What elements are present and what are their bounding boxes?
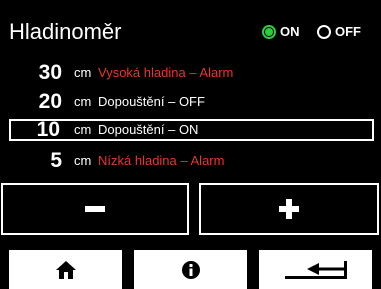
plus-icon bbox=[279, 199, 299, 219]
level-unit: cm bbox=[74, 65, 92, 80]
on-radio-label: ON bbox=[280, 24, 300, 39]
level-description: Vysoká hladina – Alarm bbox=[98, 65, 234, 80]
header: Hladinoměr ON OFF bbox=[0, 0, 381, 52]
level-unit: cm bbox=[74, 94, 92, 109]
home-button[interactable] bbox=[9, 250, 122, 289]
off-radio-button[interactable]: OFF bbox=[317, 25, 361, 39]
level-value: 30 bbox=[38, 61, 62, 84]
level-value: 5 bbox=[50, 149, 62, 172]
level-description: Dopouštění – ON bbox=[98, 122, 199, 137]
back-button[interactable] bbox=[259, 250, 372, 289]
page-title: Hladinoměr bbox=[9, 19, 122, 44]
level-row-10[interactable]: 10 cm Dopouštění – ON bbox=[9, 119, 374, 141]
info-icon bbox=[181, 260, 200, 279]
radio-unselected-icon bbox=[317, 25, 331, 39]
level-value: 20 bbox=[38, 90, 62, 113]
level-row-30[interactable]: 30 cm Vysoká hladina – Alarm bbox=[9, 62, 374, 84]
home-icon bbox=[55, 260, 76, 279]
info-button[interactable] bbox=[134, 250, 247, 289]
level-meter-screen: Hladinoměr ON OFF 30 cm Vysoká hladina –… bbox=[0, 0, 381, 289]
radio-selected-icon bbox=[262, 25, 276, 39]
minus-icon bbox=[85, 206, 105, 212]
off-radio-label: OFF bbox=[335, 24, 361, 39]
level-row-5[interactable]: 5 cm Nízká hladina – Alarm bbox=[9, 150, 374, 172]
level-value: 10 bbox=[36, 118, 60, 141]
level-unit: cm bbox=[74, 122, 92, 137]
level-unit: cm bbox=[74, 153, 92, 168]
level-description: Nízká hladina – Alarm bbox=[98, 153, 225, 168]
level-description: Dopouštění – OFF bbox=[98, 94, 205, 109]
increase-button[interactable] bbox=[199, 183, 379, 235]
return-icon bbox=[284, 260, 347, 279]
decrease-button[interactable] bbox=[1, 183, 189, 235]
level-row-20[interactable]: 20 cm Dopouštění – OFF bbox=[9, 91, 374, 113]
on-radio-button[interactable]: ON bbox=[262, 25, 300, 39]
